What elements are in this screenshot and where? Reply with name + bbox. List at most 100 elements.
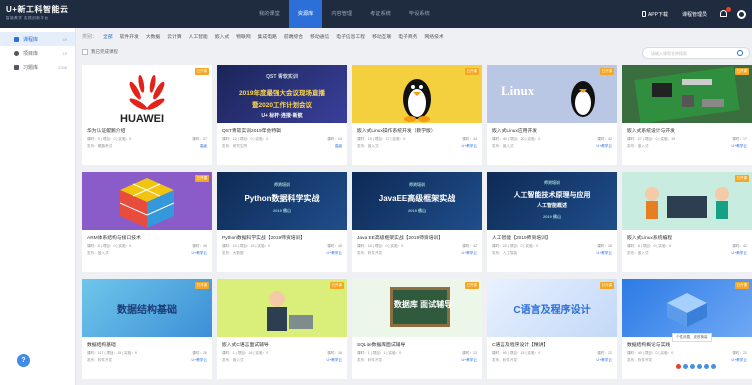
course-card[interactable]: QST 青软实训 2019年度最强大会议现场直播 暨2020工作计划会议 U+ … [217, 65, 347, 165]
help-icon[interactable]: ? [17, 354, 30, 367]
sidebar-item-count: 69 [62, 36, 67, 42]
course-title: 嵌入式系统设计与开发 [627, 129, 675, 134]
filter-tag[interactable]: 嵌入式 [215, 33, 229, 40]
thumbnail-title: 人工智能技术原理与应用 [513, 192, 591, 199]
course-publisher: 发布：研究生院 [222, 144, 248, 148]
course-publisher: 发布：软件开发 [87, 358, 113, 362]
tool-icon[interactable] [697, 363, 702, 369]
user-menu[interactable]: 课程管理员 [682, 11, 707, 18]
course-card[interactable]: C语言及程序设计 已开课 C语言及程序设计【精讲】 课时：90 | 项目：15 … [487, 279, 617, 379]
course-publisher: 发布：鲲鹏考试 [87, 144, 113, 148]
course-card[interactable]: 已开课 嵌入式Linux操作系统开发（教学版） 课时：15 | 项目：17 | … [352, 65, 482, 165]
course-card[interactable]: 师资培训 人工智能技术原理与应用 人工智能概述 2019 佛山 人工智能【201… [487, 172, 617, 272]
sidebar-item-course-library[interactable]: 课程库 69 [0, 32, 75, 46]
course-thumbnail: 已开课 [352, 65, 482, 123]
checkbox-label: 我已完成课程 [91, 49, 118, 54]
course-hours: 课时：45 [327, 244, 342, 248]
search-icon[interactable] [737, 50, 743, 56]
circuit-board-image [634, 66, 740, 123]
course-publisher: 发布：嵌入式 [492, 144, 514, 148]
filter-tag[interactable]: 电子商务 [398, 33, 417, 40]
svg-text:HUAWEI: HUAWEI [120, 113, 164, 123]
filter-tag[interactable]: 移动互联 [372, 33, 391, 40]
course-thumbnail: Linux 已开课 [487, 65, 617, 123]
nav-certification[interactable]: 考证系统 [361, 0, 400, 28]
filter-tag[interactable]: 电子信息工程 [336, 33, 365, 40]
course-hours: 课时：26 [192, 351, 207, 355]
course-thumbnail: 已开课 [622, 65, 752, 123]
course-title: 嵌入式C语言面试辅导 [222, 343, 269, 348]
course-hours: 课时：26 [597, 244, 612, 248]
status-badge: 已开课 [734, 282, 749, 289]
record-icon[interactable] [676, 363, 681, 369]
filter-tag[interactable]: 移动通信 [310, 33, 329, 40]
filter-tag[interactable]: 前端综合 [284, 33, 303, 40]
course-thumbnail: 已开课 [622, 172, 752, 230]
course-card[interactable]: 已开课 ARM体系结构与接口技术 课时：8 | 项目：0 | 实验：5 课时：40… [82, 172, 212, 272]
course-card[interactable]: Linux 已开课 嵌入式Linux应用开发 课时：40 | 项目：20 | 实… [487, 65, 617, 165]
course-publisher: 发布：软件开发 [627, 358, 653, 362]
course-thumbnail: 师资培训 Python数据科学实战 2019 佛山 [217, 172, 347, 230]
logo[interactable]: U+新工科智能云 智能教学 实践创新平台 [6, 4, 72, 24]
nav-resource-library[interactable]: 资源库 [288, 0, 323, 28]
status-badge: 已开课 [599, 68, 614, 75]
filter-tag[interactable]: 网络技术 [424, 33, 443, 40]
tool-icon[interactable] [704, 363, 709, 369]
sidebar-item-project-library[interactable]: 项目库 15 [0, 46, 75, 60]
course-card[interactable]: HUAWEI 已开课 华为认证鲲鹏介绍 课时：9 | 项目：0 | 实验：9 课时… [82, 65, 212, 165]
nav-content-management[interactable]: 内容管理 [322, 0, 361, 28]
course-card[interactable]: 数据结构基础 已开课 数据结构基础 课时：117 | 项目：15 | 实验：9 课… [82, 279, 212, 379]
tool-icon[interactable] [683, 363, 688, 369]
filter-label: 类别： [82, 33, 98, 40]
course-thumbnail: QST 青软实训 2019年度最强大会议现场直播 暨2020工作计划会议 U+ … [217, 65, 347, 123]
course-publisher: 发布：大数据 [222, 251, 244, 255]
status-badge: 已开课 [599, 282, 614, 289]
sidebar-item-exercise-library[interactable]: 习题库 2336 [0, 60, 75, 74]
course-card[interactable]: 师资培训 Python数据科学实战 2019 佛山 Python数据科学实战【2… [217, 172, 347, 272]
course-stats: 课时：40 | 项目：0 | 实验：0 [627, 351, 674, 355]
course-title: 华为认证鲲鹏介绍 [87, 129, 126, 134]
status-badge: 已开课 [329, 282, 344, 289]
isometric-blocks-image [667, 293, 707, 327]
course-level: U+教学云 [461, 251, 477, 255]
course-title: 人工智能【2019师资培训】 [492, 236, 551, 241]
course-hours: 课时：24 [327, 137, 342, 141]
filter-tag[interactable]: 集成电路 [258, 33, 277, 40]
course-publisher: 发布：嵌入式 [87, 251, 109, 255]
course-card[interactable]: 已开课 嵌入式系统设计与开发 课时：27 | 项目：0 | 实验：19 课时：17… [622, 65, 752, 165]
thumbnail-title: 数据库 面试辅导 [393, 300, 453, 309]
course-hours: 课时：13 [462, 351, 477, 355]
filter-tag[interactable]: 云计算 [167, 33, 181, 40]
programmers-illustration [645, 187, 729, 219]
completed-filter-checkbox[interactable]: 我已完成课程 [82, 49, 118, 55]
course-card[interactable]: 师资培训 JavaEE高级框架实战 2019 佛山 Java EE高级框架实战【… [352, 172, 482, 272]
logo-title: U+新工科智能云 [6, 5, 69, 14]
sidebar: 课程库 69 项目库 15 习题库 2336 ? [0, 28, 76, 385]
course-level: U+教学云 [326, 251, 342, 255]
filter-tag[interactable]: 物联网 [236, 33, 250, 40]
course-thumbnail: HUAWEI 已开课 [82, 65, 212, 123]
filter-tag[interactable]: 人工智能 [189, 33, 208, 40]
filter-tag[interactable]: 软件开发 [120, 33, 139, 40]
course-stats: 课时：16 | 项目：0 | 实验：0 [357, 244, 404, 248]
course-card[interactable]: 已开课 嵌入式C语言面试辅导 课时：1 | 项目：16 | 实验：0 课时：18 … [217, 279, 347, 379]
course-thumbnail: C语言及程序设计 已开课 [487, 279, 617, 337]
search-input[interactable]: 请输入课程名称搜索 [642, 47, 750, 59]
tux-penguin-icon [403, 79, 431, 122]
checkbox-box[interactable] [82, 49, 88, 55]
tool-icon[interactable] [711, 363, 716, 369]
nav-graduation[interactable]: 毕设系统 [400, 0, 439, 28]
filter-tag[interactable]: 大数据 [146, 33, 160, 40]
filter-tag[interactable]: 全部 [103, 33, 113, 40]
gear-icon[interactable] [737, 9, 746, 19]
course-card[interactable]: 数据库 面试辅导 已开课 SQLite数据库面试辅导 课时：1 | 项目：1 |… [352, 279, 482, 379]
nav-my-classroom[interactable]: 我的课堂 [250, 0, 289, 28]
course-stats: 课时：90 | 项目：15 | 实验：0 [492, 351, 541, 355]
status-badge: 已开课 [194, 175, 209, 182]
tool-icon[interactable] [690, 363, 695, 369]
course-thumbnail: 已开课 [622, 279, 752, 337]
notification-bell-icon[interactable] [719, 7, 731, 19]
category-filter: 类别： 全部 软件开发 大数据 云计算 人工智能 嵌入式 物联网 集成电路 前端… [82, 30, 752, 42]
course-card[interactable]: 已开课 嵌入式Linux系统编程 课时：8 | 项目：0 | 实验：0 课时：42… [622, 172, 752, 272]
app-download-button[interactable]: APP下载 [641, 11, 668, 18]
